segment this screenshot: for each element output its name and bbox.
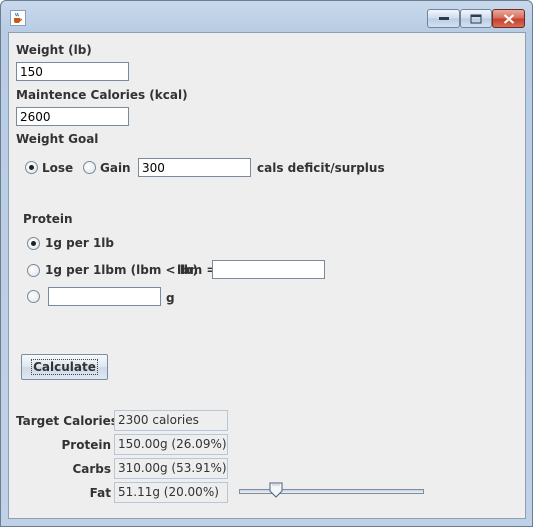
- carbs-result-value: 310.00g (53.91%): [114, 458, 228, 479]
- protein-custom-field[interactable]: [48, 287, 161, 306]
- fat-slider-track[interactable]: [239, 489, 424, 494]
- fat-result-label: Fat: [89, 486, 111, 500]
- goal-amount-field[interactable]: [138, 158, 251, 177]
- target-calories-value: 2300 calories: [114, 410, 228, 431]
- protein-custom-unit: g: [166, 291, 175, 305]
- maximize-icon: [470, 14, 482, 23]
- maintenance-field[interactable]: [16, 107, 129, 126]
- maximize-button[interactable]: [460, 9, 492, 28]
- protein-per-lb-radio[interactable]: [27, 237, 40, 250]
- carbs-result-label: Carbs: [72, 462, 111, 476]
- protein-section-label: Protein: [23, 212, 73, 226]
- calculate-button-label: Calculate: [31, 359, 98, 375]
- lbm-label: lbm =: [177, 263, 217, 277]
- title-bar[interactable]: [1, 1, 532, 33]
- close-button[interactable]: [492, 9, 525, 28]
- weight-field[interactable]: [16, 62, 129, 81]
- lbm-field[interactable]: [212, 260, 325, 279]
- lose-label[interactable]: Lose: [42, 161, 73, 175]
- protein-custom-radio[interactable]: [27, 290, 40, 303]
- form-panel: Weight (lb) Maintence Calories (kcal) We…: [8, 32, 526, 519]
- fat-slider-thumb[interactable]: [269, 482, 283, 498]
- protein-result-label: Protein: [61, 438, 112, 452]
- gain-label[interactable]: Gain: [100, 161, 131, 175]
- protein-per-lbm-radio[interactable]: [27, 264, 40, 277]
- protein-per-lbm-label[interactable]: 1g per 1lbm (lbm < lb): [45, 263, 198, 277]
- weight-goal-label: Weight Goal: [16, 132, 99, 146]
- target-calories-label: Target Calories: [16, 414, 118, 428]
- app-window: Weight (lb) Maintence Calories (kcal) We…: [0, 0, 533, 527]
- gain-radio[interactable]: [83, 161, 96, 174]
- fat-result-value: 51.11g (20.00%): [114, 482, 228, 503]
- maintenance-label: Maintence Calories (kcal): [16, 88, 188, 102]
- close-icon: [503, 13, 514, 24]
- protein-per-lb-label[interactable]: 1g per 1lb: [45, 236, 114, 250]
- weight-label: Weight (lb): [16, 43, 92, 57]
- minimize-icon: [438, 16, 449, 20]
- goal-suffix-label: cals deficit/surplus: [257, 161, 385, 175]
- lose-radio[interactable]: [25, 161, 38, 174]
- protein-result-value: 150.00g (26.09%): [114, 434, 228, 455]
- calculate-button[interactable]: Calculate: [21, 354, 108, 380]
- minimize-button[interactable]: [427, 9, 460, 28]
- java-cup-icon[interactable]: [10, 10, 26, 26]
